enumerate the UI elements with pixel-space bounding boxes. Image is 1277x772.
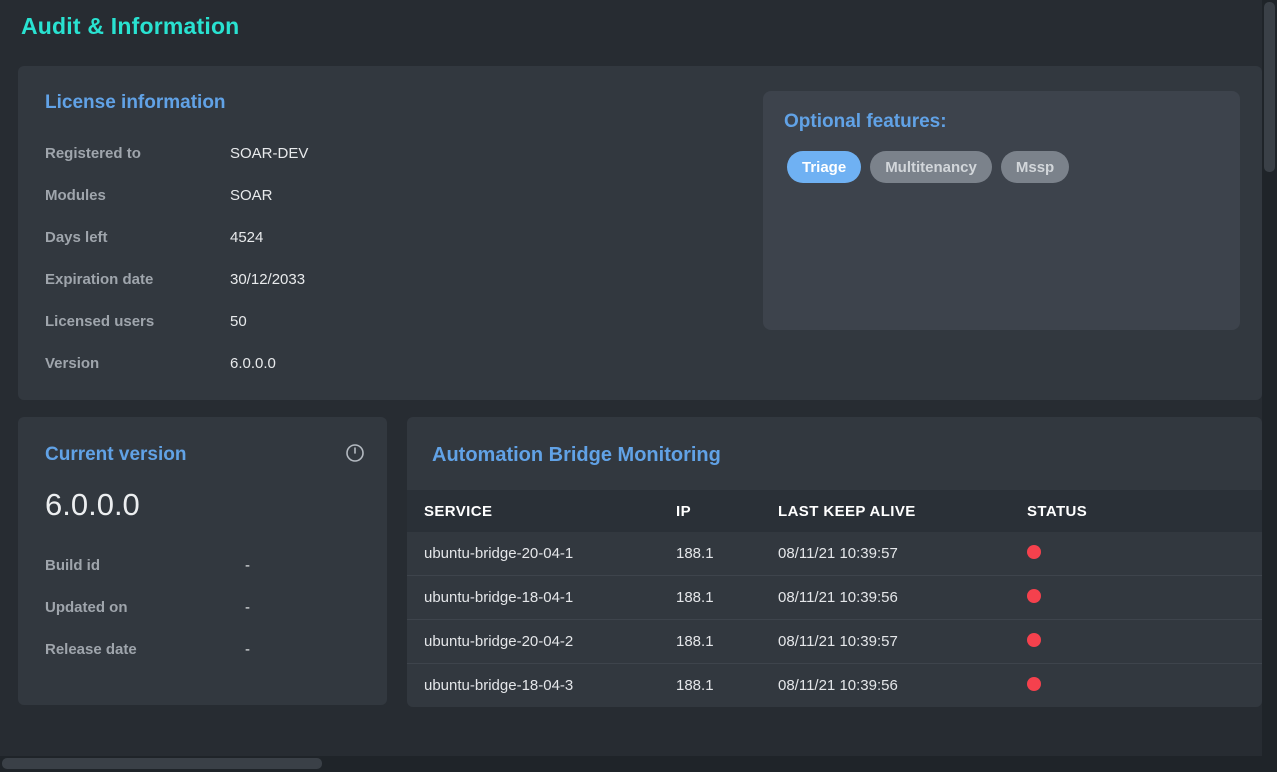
field-value: 6.0.0.0: [230, 355, 276, 372]
license-info-card: License information Registered to SOAR-D…: [18, 66, 1262, 400]
version-field-release-date: Release date -: [45, 628, 360, 670]
field-label: Expiration date: [45, 271, 230, 288]
license-field-days-left: Days left 4524: [45, 216, 465, 258]
field-label: Updated on: [45, 599, 245, 616]
version-field-build-id: Build id -: [45, 544, 360, 586]
feature-pills: Triage Multitenancy Mssp: [787, 151, 1069, 183]
column-header-ip: IP: [659, 503, 761, 520]
cell-service: ubuntu-bridge-18-04-1: [407, 589, 659, 606]
field-label: Release date: [45, 641, 245, 658]
optional-features-title: Optional features:: [784, 111, 947, 133]
cell-ip: 188.1: [659, 633, 761, 650]
status-offline-dot: [1027, 633, 1041, 647]
field-label: Build id: [45, 557, 245, 574]
current-version-number: 6.0.0.0: [45, 487, 140, 523]
cell-last-keep-alive: 08/11/21 10:39:57: [761, 545, 1010, 562]
license-field-version: Version 6.0.0.0: [45, 342, 465, 384]
current-version-title: Current version: [45, 444, 186, 466]
table-header-row: SERVICE IP LAST KEEP ALIVE STATUS: [407, 490, 1262, 532]
table-row: ubuntu-bridge-18-04-1 188.1 08/11/21 10:…: [407, 576, 1262, 620]
cell-status: [1010, 589, 1262, 607]
table-row: ubuntu-bridge-18-04-3 188.1 08/11/21 10:…: [407, 664, 1262, 707]
cell-ip: 188.1: [659, 677, 761, 694]
cell-last-keep-alive: 08/11/21 10:39:56: [761, 677, 1010, 694]
field-value: 50: [230, 313, 247, 330]
cell-last-keep-alive: 08/11/21 10:39:57: [761, 633, 1010, 650]
cell-status: [1010, 633, 1262, 651]
bridge-monitoring-title: Automation Bridge Monitoring: [432, 444, 721, 467]
status-offline-dot: [1027, 677, 1041, 691]
license-fields: Registered to SOAR-DEV Modules SOAR Days…: [45, 132, 465, 384]
license-field-modules: Modules SOAR: [45, 174, 465, 216]
bridge-monitoring-card: Automation Bridge Monitoring SERVICE IP …: [407, 417, 1262, 707]
cell-status: [1010, 677, 1262, 695]
cell-service: ubuntu-bridge-20-04-1: [407, 545, 659, 562]
optional-features-panel: Optional features: Triage Multitenancy M…: [763, 91, 1240, 330]
field-value: SOAR: [230, 187, 273, 204]
field-value: -: [245, 599, 250, 616]
page-title: Audit & Information: [21, 13, 239, 40]
table-row: ubuntu-bridge-20-04-2 188.1 08/11/21 10:…: [407, 620, 1262, 664]
field-label: Version: [45, 355, 230, 372]
status-offline-dot: [1027, 589, 1041, 603]
version-field-updated-on: Updated on -: [45, 586, 360, 628]
field-label: Registered to: [45, 145, 230, 162]
history-clock-icon[interactable]: [345, 443, 365, 463]
license-field-registered-to: Registered to SOAR-DEV: [45, 132, 465, 174]
column-header-last-keep-alive: LAST KEEP ALIVE: [761, 503, 1010, 520]
feature-pill-mssp[interactable]: Mssp: [1001, 151, 1069, 183]
column-header-service: SERVICE: [407, 503, 659, 520]
table-row: ubuntu-bridge-20-04-1 188.1 08/11/21 10:…: [407, 532, 1262, 576]
current-version-card: Current version 6.0.0.0 Build id - Updat…: [18, 417, 387, 705]
license-info-title: License information: [45, 92, 226, 114]
version-fields: Build id - Updated on - Release date -: [45, 544, 360, 670]
cell-service: ubuntu-bridge-18-04-3: [407, 677, 659, 694]
horizontal-scrollbar-thumb[interactable]: [2, 758, 322, 769]
cell-last-keep-alive: 08/11/21 10:39:56: [761, 589, 1010, 606]
cell-ip: 188.1: [659, 545, 761, 562]
cell-status: [1010, 545, 1262, 563]
field-value: -: [245, 641, 250, 658]
field-label: Days left: [45, 229, 230, 246]
cell-ip: 188.1: [659, 589, 761, 606]
feature-pill-triage[interactable]: Triage: [787, 151, 861, 183]
field-value: -: [245, 557, 250, 574]
column-header-status: STATUS: [1010, 503, 1262, 520]
vertical-scrollbar[interactable]: [1262, 0, 1277, 772]
horizontal-scrollbar[interactable]: [0, 756, 1262, 772]
field-value: SOAR-DEV: [230, 145, 308, 162]
license-field-expiration-date: Expiration date 30/12/2033: [45, 258, 465, 300]
cell-service: ubuntu-bridge-20-04-2: [407, 633, 659, 650]
license-field-licensed-users: Licensed users 50: [45, 300, 465, 342]
field-value: 4524: [230, 229, 263, 246]
bridge-table: SERVICE IP LAST KEEP ALIVE STATUS ubuntu…: [407, 490, 1262, 707]
field-value: 30/12/2033: [230, 271, 305, 288]
field-label: Modules: [45, 187, 230, 204]
status-offline-dot: [1027, 545, 1041, 559]
vertical-scrollbar-thumb[interactable]: [1264, 2, 1275, 172]
feature-pill-multitenancy[interactable]: Multitenancy: [870, 151, 992, 183]
field-label: Licensed users: [45, 313, 230, 330]
